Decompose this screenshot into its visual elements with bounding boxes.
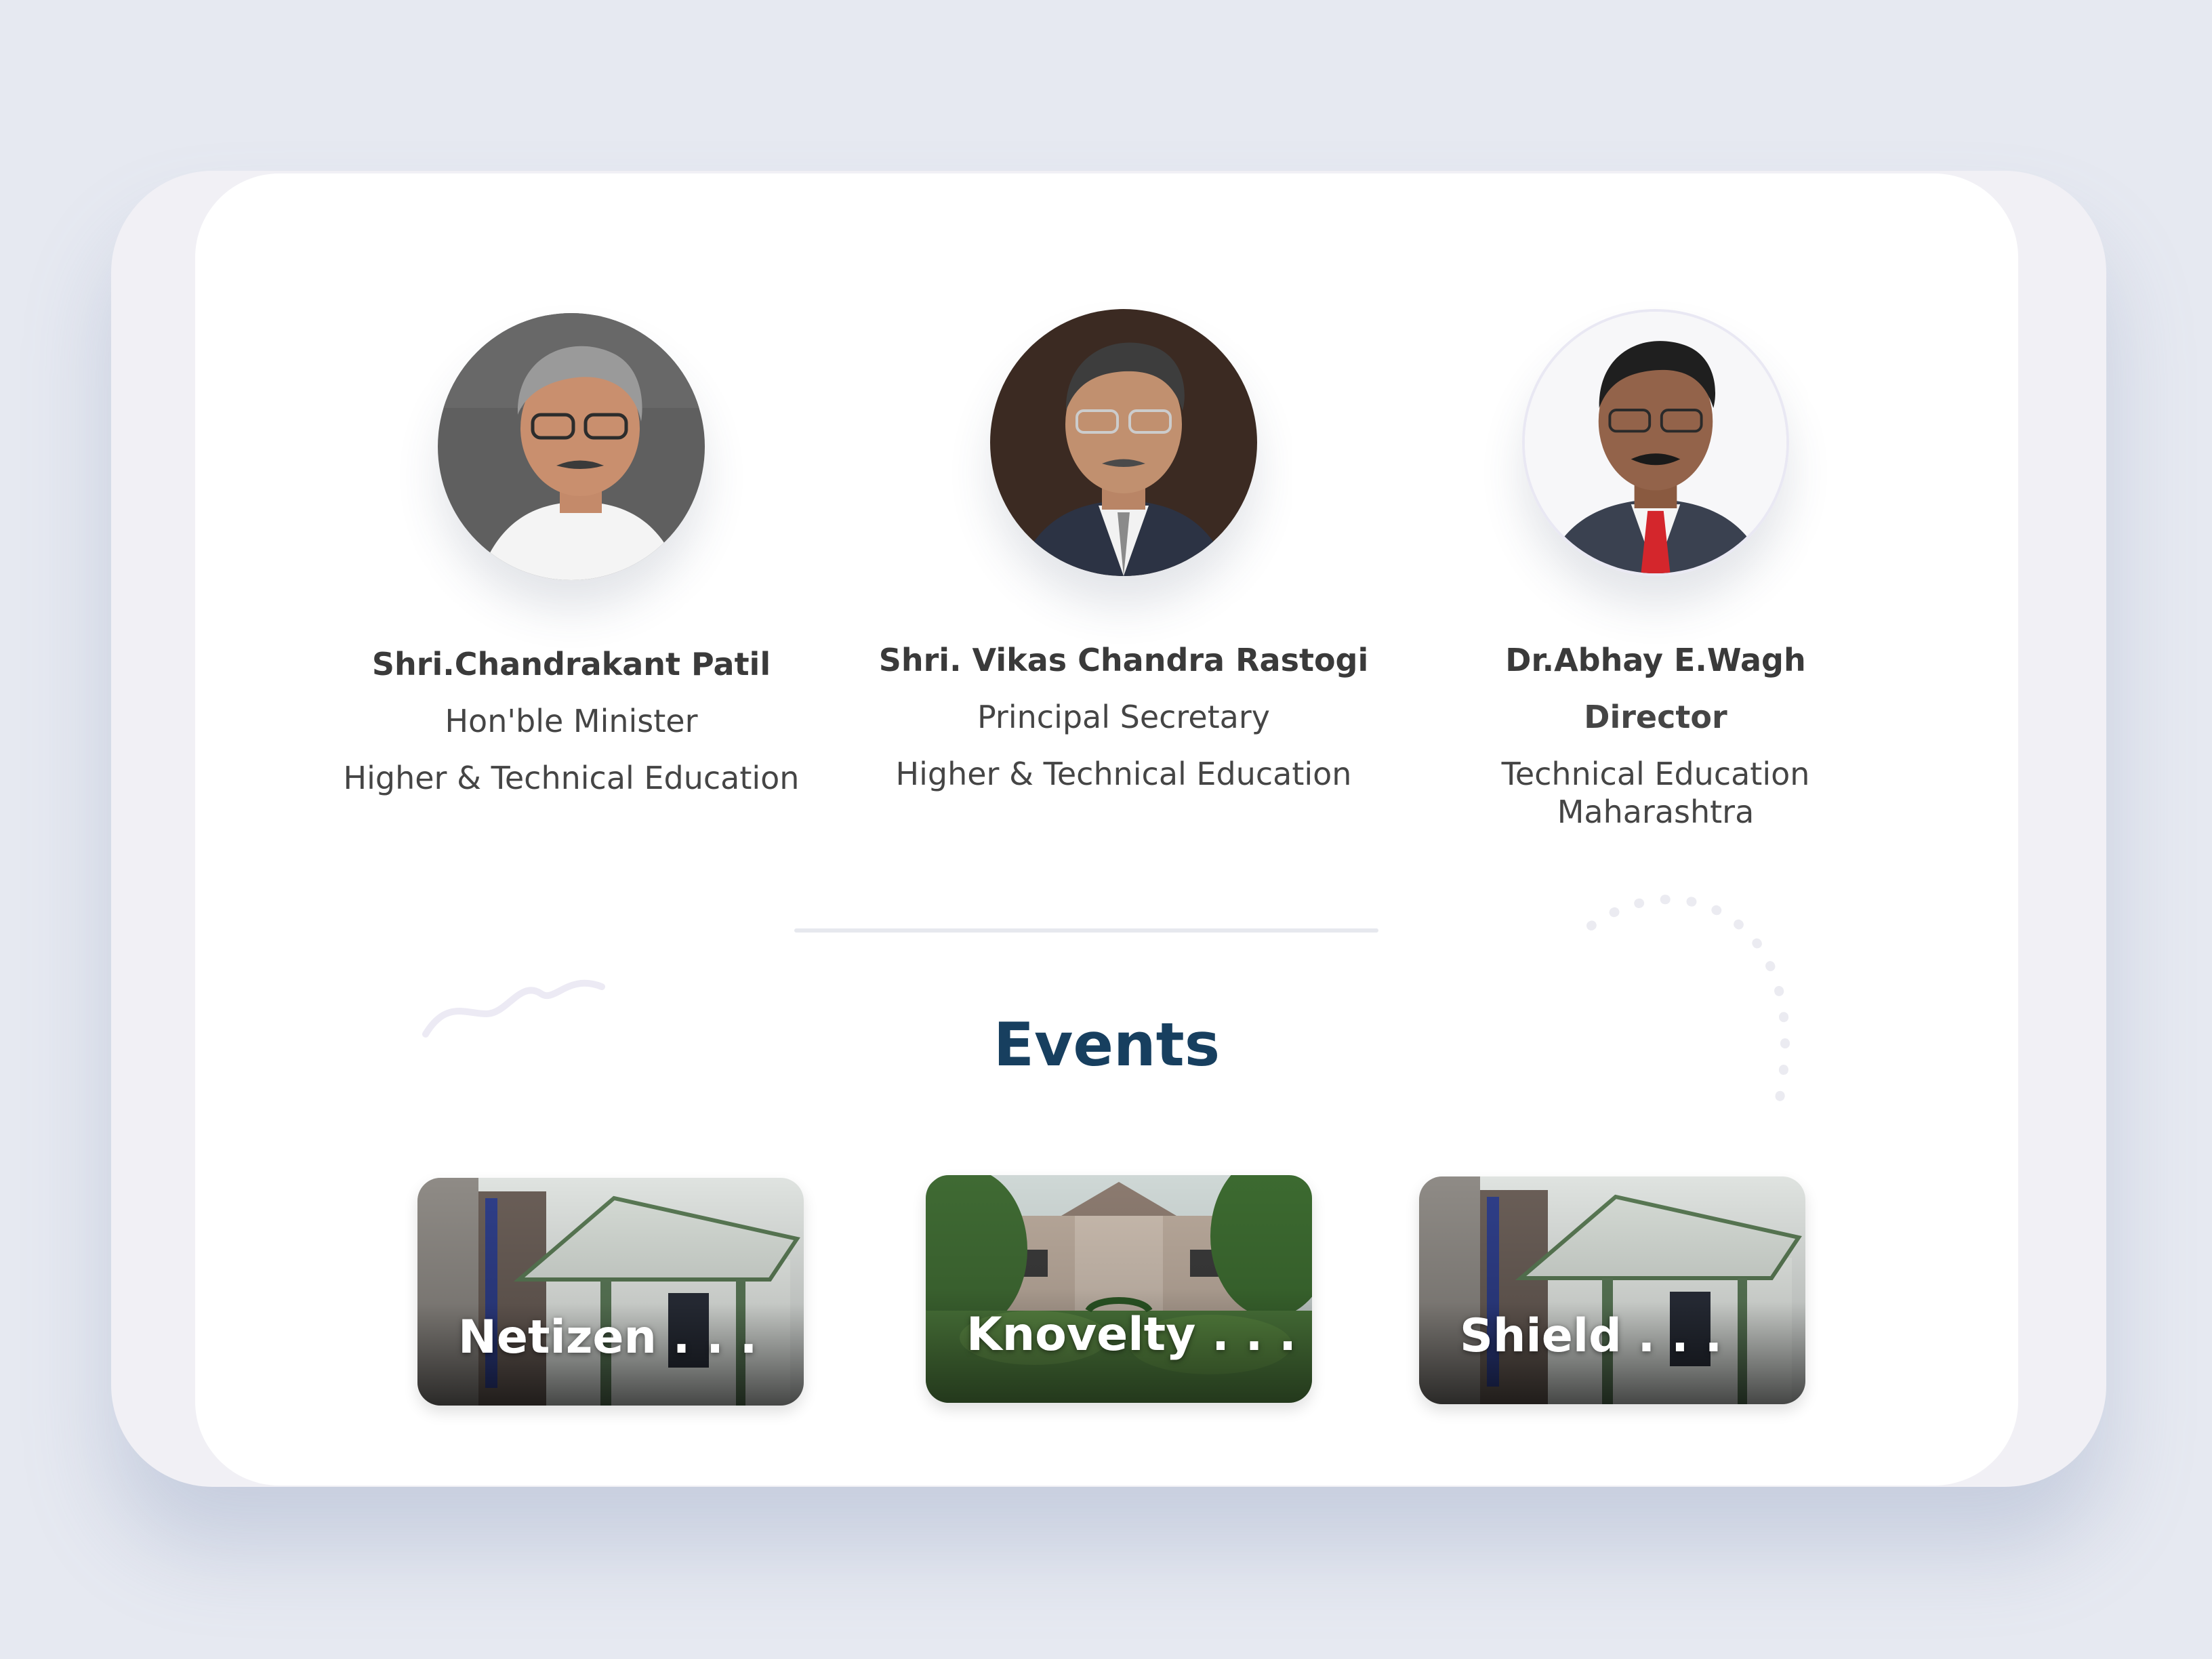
person-department: Technical Education Maharashtra	[1501, 756, 1810, 830]
avatar	[990, 309, 1257, 576]
event-card-label: Netizen . . .	[458, 1311, 758, 1364]
person-card-director: Dr.Abhay E.Wagh Director Technical Educa…	[1405, 309, 1906, 831]
events-heading: Events	[993, 1010, 1221, 1080]
person-role: Principal Secretary	[977, 699, 1270, 735]
person-card-principal-secretary: Shri. Vikas Chandra Rastogi Principal Se…	[873, 309, 1374, 793]
person-department: Higher & Technical Education	[895, 756, 1352, 792]
person-name: Shri. Vikas Chandra Rastogi	[878, 642, 1369, 678]
event-card-shield[interactable]: Shield . . .	[1419, 1176, 1805, 1404]
event-card-netizen[interactable]: Netizen . . .	[417, 1178, 804, 1406]
event-image	[417, 1178, 804, 1406]
event-card-knovelty[interactable]: Knovelty . . .	[926, 1175, 1312, 1403]
section-divider	[794, 928, 1378, 933]
avatar	[438, 313, 705, 580]
event-card-label: Shield . . .	[1460, 1309, 1723, 1363]
person-role: Hon'ble Minister	[445, 703, 698, 739]
person-department: Higher & Technical Education	[343, 760, 800, 796]
person-name: Shri.Chandrakant Patil	[371, 646, 771, 682]
event-card-label: Knovelty . . .	[966, 1308, 1296, 1361]
person-role: Director	[1584, 699, 1727, 735]
app-screen: Shri.Chandrakant Patil Hon'ble Minister …	[195, 173, 2018, 1486]
event-image	[1419, 1176, 1805, 1404]
event-image	[926, 1175, 1312, 1403]
person-card-minister: Shri.Chandrakant Patil Hon'ble Minister …	[321, 313, 822, 797]
avatar	[1522, 309, 1789, 576]
dotted-arc-decoration	[1586, 895, 1790, 1113]
person-name: Dr.Abhay E.Wagh	[1505, 642, 1806, 678]
